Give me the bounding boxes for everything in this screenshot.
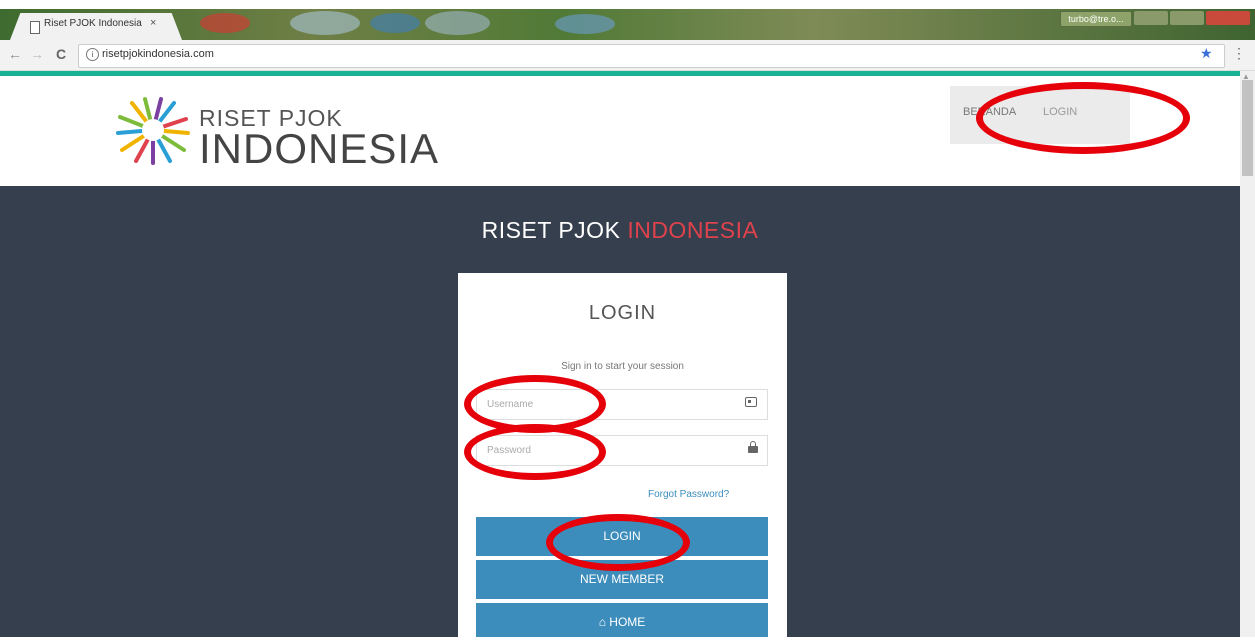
lock-icon	[748, 446, 758, 453]
brand-heading: RISET PJOK INDONESIA	[0, 217, 1240, 244]
scroll-up-arrow-icon[interactable]: ▲	[1242, 72, 1250, 81]
home-button-label: HOME	[609, 615, 646, 629]
tab-title: Riset PJOK Indonesia	[44, 18, 142, 29]
window-controls	[1134, 11, 1250, 25]
minimize-button[interactable]	[1134, 11, 1168, 25]
close-window-button[interactable]	[1206, 11, 1250, 25]
bookmark-star-icon[interactable]: ★	[1200, 45, 1213, 62]
url-text[interactable]: risetpjokindonesia.com	[102, 48, 214, 60]
desktop-bg-shape	[425, 11, 490, 35]
url-field[interactable]	[78, 44, 1225, 68]
forgot-password-link[interactable]: Forgot Password?	[648, 489, 729, 500]
annotation-ellipse-password	[464, 424, 606, 480]
scrollbar-thumb[interactable]	[1242, 80, 1253, 176]
annotation-ellipse-nav	[976, 82, 1190, 154]
user-profile-chip[interactable]: turbo@tre.o...	[1060, 11, 1132, 27]
desktop-bg-shape	[200, 13, 250, 33]
home-button[interactable]: ⌂ HOME	[476, 603, 768, 637]
desktop-bg-shape	[290, 11, 360, 35]
home-icon: ⌂	[598, 615, 606, 629]
info-icon[interactable]: i	[86, 48, 99, 61]
annotation-ellipse-login	[546, 514, 690, 571]
browser-menu-icon[interactable]: ⋮	[1232, 45, 1246, 62]
document-icon	[30, 21, 40, 34]
desktop-bg-shape	[370, 13, 420, 33]
back-arrow-icon[interactable]: ←	[8, 46, 22, 62]
reload-icon[interactable]: C	[56, 46, 66, 62]
annotation-caption-strip	[0, 0, 1255, 9]
logo-burst-icon	[116, 97, 190, 165]
id-card-icon	[745, 397, 757, 407]
forward-arrow-icon[interactable]: →	[30, 46, 44, 62]
tab-close-icon[interactable]: ×	[150, 17, 156, 29]
brand-part-red: INDONESIA	[627, 217, 759, 243]
login-subtitle: Sign in to start your session	[561, 361, 684, 372]
login-title: LOGIN	[588, 302, 657, 324]
maximize-button[interactable]	[1170, 11, 1204, 25]
desktop-bg-shape	[555, 14, 615, 34]
logo-text-bottom: INDONESIA	[199, 125, 440, 172]
brand-part-white: RISET PJOK	[481, 217, 621, 243]
